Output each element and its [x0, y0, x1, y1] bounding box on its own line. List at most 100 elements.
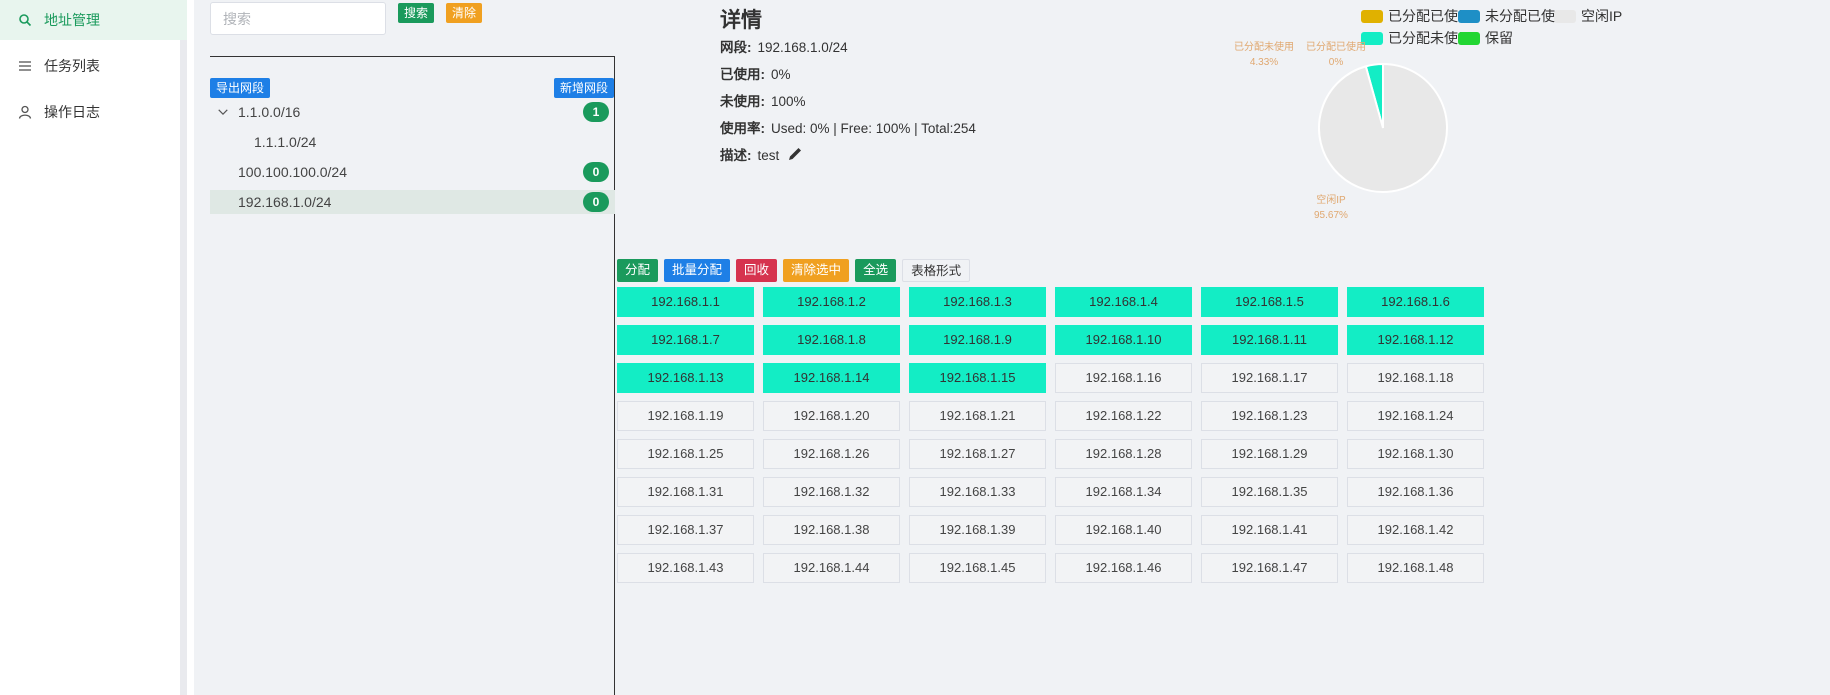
search-input[interactable]	[210, 2, 386, 35]
tree-node-label: 1.1.0.0/16	[238, 104, 301, 120]
ip-cell[interactable]: 192.168.1.28	[1055, 439, 1192, 469]
pie-label-free-ip: 空闲IP 95.67%	[1314, 195, 1348, 221]
ip-cell[interactable]: 192.168.1.7	[617, 325, 754, 355]
ip-cell[interactable]: 192.168.1.6	[1347, 287, 1484, 317]
ip-cell[interactable]: 192.168.1.23	[1201, 401, 1338, 431]
unused-row: 未使用: 100%	[720, 94, 806, 109]
sidebar-item-operation-log[interactable]: 操作日志	[0, 92, 180, 132]
ip-cell[interactable]: 192.168.1.12	[1347, 325, 1484, 355]
ip-cell[interactable]: 192.168.1.2	[763, 287, 900, 317]
batch-assign-button[interactable]: 批量分配	[664, 259, 731, 282]
select-all-button[interactable]: 全选	[855, 259, 897, 282]
ip-cell[interactable]: 192.168.1.37	[617, 515, 754, 545]
sidebar: 地址管理 任务列表 操作日志	[0, 0, 187, 695]
ip-cell[interactable]: 192.168.1.10	[1055, 325, 1192, 355]
ip-cell[interactable]: 192.168.1.22	[1055, 401, 1192, 431]
tree-node-label: 192.168.1.0/24	[238, 194, 332, 210]
ip-cell[interactable]: 192.168.1.25	[617, 439, 754, 469]
ip-cell[interactable]: 192.168.1.47	[1201, 553, 1338, 583]
tree-node[interactable]: 1.1.1.0/24	[210, 130, 615, 154]
legend-item[interactable]: 未分配已使用	[1458, 6, 1569, 26]
ip-cell[interactable]: 192.168.1.14	[763, 363, 900, 393]
table-mode-button[interactable]: 表格形式	[902, 259, 971, 282]
add-segment-button[interactable]: 新增网段	[554, 78, 615, 98]
user-icon	[18, 105, 32, 119]
ip-cell[interactable]: 192.168.1.5	[1201, 287, 1338, 317]
tree-node-label: 1.1.1.0/24	[254, 134, 317, 150]
ip-cell[interactable]: 192.168.1.27	[909, 439, 1046, 469]
clear-button[interactable]: 清除	[446, 3, 483, 23]
ip-cell[interactable]: 192.168.1.24	[1347, 401, 1484, 431]
legend-swatch	[1361, 9, 1383, 23]
count-badge: 0	[583, 162, 609, 182]
count-badge: 1	[583, 102, 609, 122]
ip-cell[interactable]: 192.168.1.44	[763, 553, 900, 583]
ip-cell[interactable]: 192.168.1.13	[617, 363, 754, 393]
ip-cell[interactable]: 192.168.1.30	[1347, 439, 1484, 469]
ip-cell[interactable]: 192.168.1.46	[1055, 553, 1192, 583]
action-toolbar: 分配 批量分配 回收 清除选中 全选 表格形式	[617, 259, 971, 282]
used-row: 已使用: 0%	[720, 67, 791, 82]
details-panel: 详情 网段: 192.168.1.0/24 已使用: 0% 未使用: 100% 使用率…	[720, 4, 976, 171]
ip-cell[interactable]: 192.168.1.38	[763, 515, 900, 545]
segment-value: 192.168.1.0/24	[757, 40, 848, 55]
sidebar-item-label: 任务列表	[44, 58, 100, 74]
ip-cell[interactable]: 192.168.1.43	[617, 553, 754, 583]
sidebar-item-task-list[interactable]: 任务列表	[0, 46, 180, 86]
ip-cell[interactable]: 192.168.1.18	[1347, 363, 1484, 393]
ip-cell[interactable]: 192.168.1.15	[909, 363, 1046, 393]
edit-icon[interactable]	[787, 146, 803, 162]
rate-row: 使用率: Used: 0% | Free: 100% | Total:254	[720, 121, 976, 136]
pie-slice-2[interactable]	[1318, 62, 1448, 193]
unused-value: 100%	[771, 94, 806, 109]
ip-cell[interactable]: 192.168.1.34	[1055, 477, 1192, 507]
ip-cell[interactable]: 192.168.1.45	[909, 553, 1046, 583]
tree-node[interactable]: 100.100.100.0/24 0	[210, 160, 615, 184]
ip-cell[interactable]: 192.168.1.19	[617, 401, 754, 431]
ip-cell[interactable]: 192.168.1.17	[1201, 363, 1338, 393]
tree-node-selected[interactable]: 192.168.1.0/24 0	[210, 190, 615, 214]
legend-item[interactable]: 空闲IP	[1554, 6, 1622, 26]
ip-cell[interactable]: 192.168.1.20	[763, 401, 900, 431]
ip-cell[interactable]: 192.168.1.41	[1201, 515, 1338, 545]
sidebar-item-address-management[interactable]: 地址管理	[0, 0, 187, 40]
ip-cell[interactable]: 192.168.1.40	[1055, 515, 1192, 545]
ip-cell[interactable]: 192.168.1.26	[763, 439, 900, 469]
ip-cell[interactable]: 192.168.1.9	[909, 325, 1046, 355]
pie-label-assigned-used: 已分配已使用 0%	[1306, 42, 1366, 68]
ip-cell[interactable]: 192.168.1.33	[909, 477, 1046, 507]
ip-cell[interactable]: 192.168.1.3	[909, 287, 1046, 317]
reclaim-button[interactable]: 回收	[736, 259, 778, 282]
main-area: 搜索 清除 导出网段 新增网段 1.1.0.0/16 1 1.1.1.0/24 …	[194, 0, 1830, 695]
ip-cell[interactable]: 192.168.1.8	[763, 325, 900, 355]
ip-cell[interactable]: 192.168.1.42	[1347, 515, 1484, 545]
ip-cell[interactable]: 192.168.1.16	[1055, 363, 1192, 393]
legend-swatch	[1554, 9, 1576, 23]
tree-node[interactable]: 1.1.0.0/16 1	[210, 100, 615, 124]
legend-swatch	[1458, 9, 1480, 23]
ip-cell[interactable]: 192.168.1.1	[617, 287, 754, 317]
legend-item[interactable]: 已分配已使用	[1361, 6, 1472, 26]
ip-cell[interactable]: 192.168.1.31	[617, 477, 754, 507]
ip-cell[interactable]: 192.168.1.11	[1201, 325, 1338, 355]
pie-label-assigned-unused: 已分配未使用 4.33%	[1234, 42, 1294, 68]
rate-value: Used: 0% | Free: 100% | Total:254	[771, 121, 976, 136]
clear-selected-button[interactable]: 清除选中	[783, 259, 850, 282]
ip-grid: 192.168.1.1 192.168.1.2 192.168.1.3 192.168…	[617, 287, 1487, 583]
usage-pie-chart: 已分配未使用 4.33% 已分配已使用 0% 空闲IP 95.67%	[1218, 36, 1478, 226]
ip-cell[interactable]: 192.168.1.4	[1055, 287, 1192, 317]
export-segment-button[interactable]: 导出网段	[210, 78, 271, 98]
search-button[interactable]: 搜索	[398, 3, 435, 23]
count-badge: 0	[583, 192, 609, 212]
ip-cell[interactable]: 192.168.1.32	[763, 477, 900, 507]
ip-cell[interactable]: 192.168.1.35	[1201, 477, 1338, 507]
tree-node-label: 100.100.100.0/24	[238, 164, 347, 180]
ip-cell[interactable]: 192.168.1.39	[909, 515, 1046, 545]
chevron-down-icon[interactable]	[216, 105, 230, 119]
ip-cell[interactable]: 192.168.1.48	[1347, 553, 1484, 583]
ip-cell[interactable]: 192.168.1.29	[1201, 439, 1338, 469]
assign-button[interactable]: 分配	[617, 259, 659, 282]
ip-cell[interactable]: 192.168.1.36	[1347, 477, 1484, 507]
ip-cell[interactable]: 192.168.1.21	[909, 401, 1046, 431]
search-icon	[18, 13, 32, 27]
